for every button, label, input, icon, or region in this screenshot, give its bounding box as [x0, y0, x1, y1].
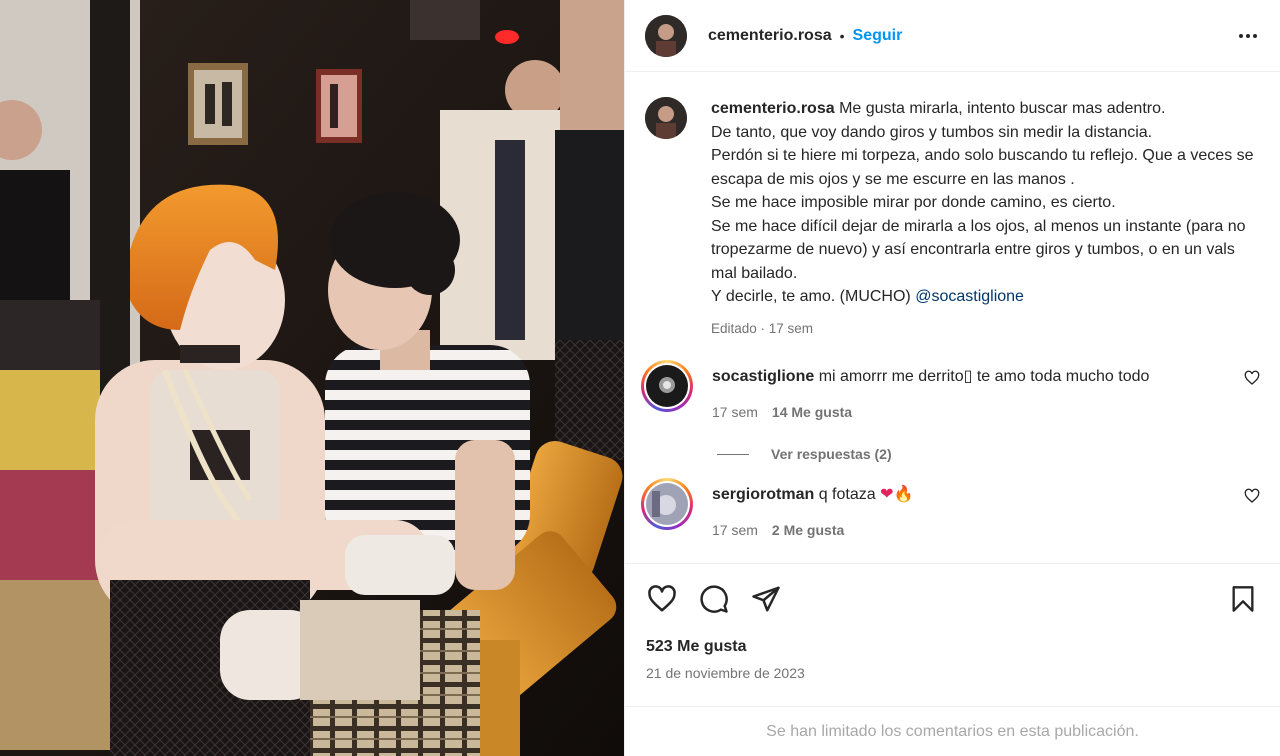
post-actions — [625, 563, 1280, 641]
view-replies-button[interactable]: Ver respuestas (2) — [717, 446, 1260, 462]
share-icon — [752, 586, 780, 612]
commenter-avatar — [646, 483, 688, 525]
separator-dot: • — [839, 27, 845, 44]
post-sidebar: cementerio.rosa • Seguir cementerio.rosa… — [624, 0, 1280, 756]
comment-likes[interactable]: 14 Me gusta — [772, 404, 852, 420]
avatar-image — [645, 14, 687, 57]
more-options-button[interactable] — [1236, 24, 1260, 48]
post-header: cementerio.rosa • Seguir — [625, 0, 1280, 72]
caption-text: Me gusta mirarla, intento buscar mas ade… — [711, 100, 1254, 305]
view-replies-label: Ver respuestas (2) — [771, 446, 892, 462]
caption-body: cementerio.rosa Me gusta mirarla, intent… — [711, 97, 1256, 340]
comment-text: mi amorrr me derrito▯ te amo toda mucho … — [818, 368, 1150, 385]
replies-line — [717, 453, 749, 455]
heart-icon — [1244, 488, 1260, 503]
comment-icon — [700, 585, 728, 613]
comment-body: sergiorotman q fotaza ❤🔥 17 sem 2 Me gus… — [712, 484, 1232, 538]
post-caption: cementerio.rosa Me gusta mirarla, intent… — [645, 73, 1260, 340]
heart-icon — [648, 585, 676, 612]
emoji-heart-fire: ❤🔥 — [880, 486, 914, 503]
post-photo[interactable] — [0, 0, 624, 756]
caption-avatar[interactable] — [645, 97, 687, 139]
author-avatar[interactable] — [645, 14, 687, 57]
avatar-image — [646, 483, 688, 525]
comment-item: sergiorotman q fotaza ❤🔥 17 sem 2 Me gus… — [641, 478, 1260, 538]
caption-mention[interactable]: @socastiglione — [915, 288, 1024, 305]
post-image — [0, 0, 624, 756]
comment-time[interactable]: 17 sem — [712, 522, 758, 538]
avatar-image — [645, 97, 687, 139]
commenter-avatar — [646, 365, 688, 407]
caption-content: cementerio.rosa Me gusta mirarla, intent… — [711, 97, 1256, 309]
caption-username[interactable]: cementerio.rosa — [711, 100, 835, 117]
story-ring[interactable] — [641, 360, 693, 412]
share-button[interactable] — [749, 582, 783, 616]
avatar-image — [646, 365, 688, 407]
save-button[interactable] — [1226, 582, 1260, 616]
comments-section[interactable]: cementerio.rosa Me gusta mirarla, intent… — [625, 73, 1280, 562]
like-button[interactable] — [645, 582, 679, 616]
comment-item: socastiglione mi amorrr me derrito▯ te a… — [641, 360, 1260, 420]
author-username[interactable]: cementerio.rosa — [708, 27, 832, 45]
follow-button[interactable]: Seguir — [853, 27, 903, 45]
more-horizontal-icon — [1239, 33, 1257, 38]
comment-like-button[interactable] — [1244, 370, 1260, 391]
comment-button[interactable] — [697, 582, 731, 616]
comment-meta: 17 sem 14 Me gusta — [712, 404, 1232, 420]
bookmark-icon — [1232, 586, 1254, 612]
comments-limited-notice: Se han limitado los comentarios en esta … — [625, 706, 1280, 756]
comment-username[interactable]: sergiorotman — [712, 486, 814, 503]
comment-text: q fotaza — [818, 486, 881, 503]
caption-meta: Editado · 17 sem — [711, 320, 814, 336]
post-date[interactable]: 21 de noviembre de 2023 — [646, 665, 805, 681]
story-ring[interactable] — [641, 478, 693, 530]
comment-username[interactable]: socastiglione — [712, 368, 814, 385]
comment-time[interactable]: 17 sem — [712, 404, 758, 420]
heart-icon — [1244, 370, 1260, 385]
comment-likes[interactable]: 2 Me gusta — [772, 522, 844, 538]
comment-meta: 17 sem 2 Me gusta — [712, 522, 1232, 538]
comment-body: socastiglione mi amorrr me derrito▯ te a… — [712, 366, 1232, 420]
likes-count[interactable]: 523 Me gusta — [646, 638, 746, 656]
comment-like-button[interactable] — [1244, 488, 1260, 509]
